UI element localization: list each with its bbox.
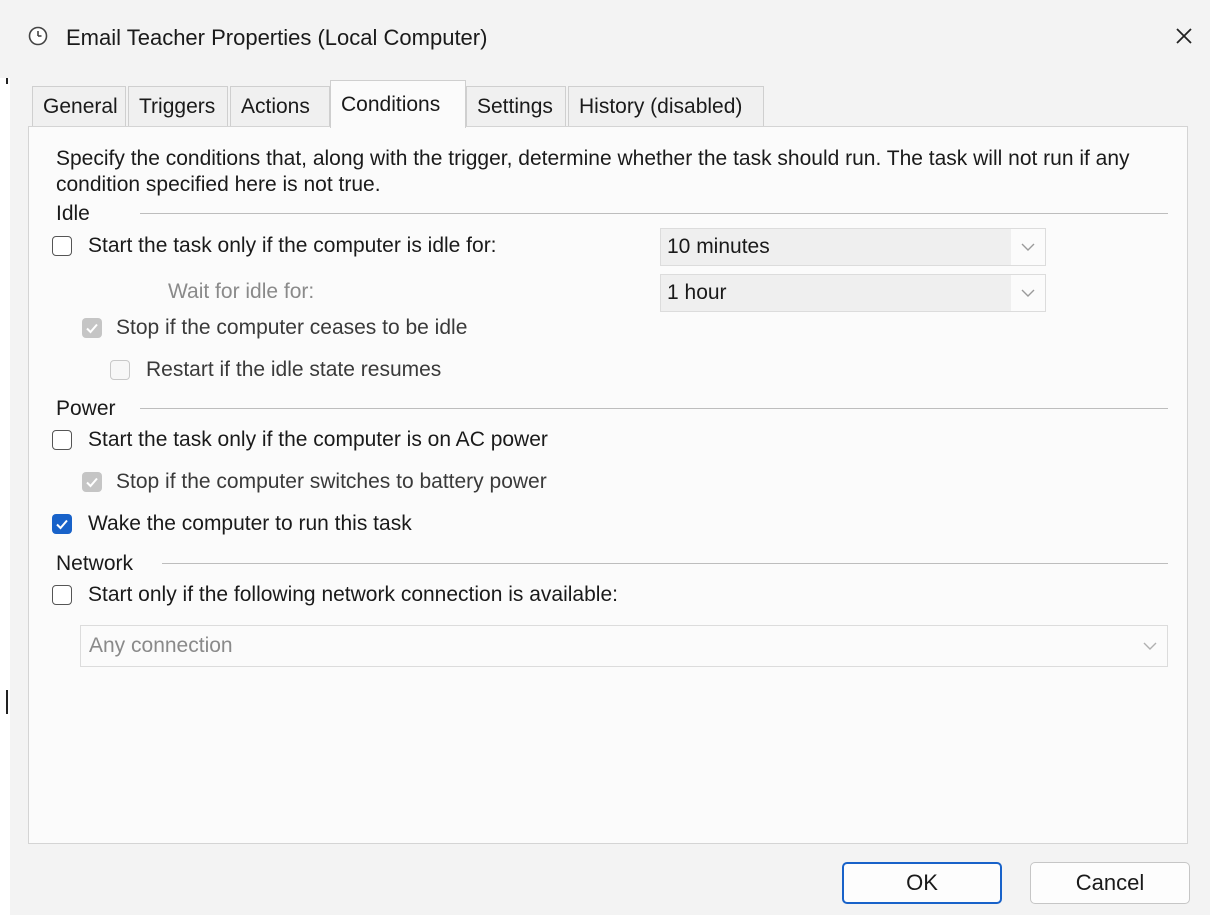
tab-triggers[interactable]: Triggers bbox=[128, 86, 228, 126]
idle-duration-value: 10 minutes bbox=[667, 235, 770, 258]
ok-button[interactable]: OK bbox=[842, 862, 1002, 904]
edge-mark bbox=[6, 690, 8, 714]
tab-label: Triggers bbox=[139, 95, 216, 118]
wake-label: Wake the computer to run this task bbox=[88, 512, 412, 535]
idle-duration-select[interactable]: 10 minutes bbox=[660, 228, 1046, 266]
stop-if-ceases-label: Stop if the computer ceases to be idle bbox=[116, 316, 468, 339]
tab-conditions[interactable]: Conditions bbox=[330, 80, 466, 128]
wait-for-idle-label: Wait for idle for: bbox=[168, 280, 315, 303]
tab-label: Conditions bbox=[341, 93, 441, 116]
conditions-description: Specify the conditions that, along with … bbox=[56, 147, 1130, 196]
tab-general[interactable]: General bbox=[32, 86, 126, 126]
idle-start-label: Start the task only if the computer is i… bbox=[88, 234, 497, 257]
checkmark-icon bbox=[86, 323, 98, 334]
stop-if-ceases-checkbox[interactable] bbox=[82, 318, 102, 338]
wake-checkbox[interactable] bbox=[52, 514, 72, 534]
battery-stop-checkbox[interactable] bbox=[82, 472, 102, 492]
idle-start-checkbox[interactable] bbox=[52, 236, 72, 256]
idle-group-label: Idle bbox=[56, 202, 90, 225]
window-title: Email Teacher Properties (Local Computer… bbox=[66, 25, 488, 50]
close-icon bbox=[1176, 28, 1192, 44]
wait-duration-value: 1 hour bbox=[667, 281, 727, 304]
chevron-down-icon bbox=[1011, 229, 1045, 265]
clock-icon bbox=[28, 26, 48, 46]
ac-power-checkbox[interactable] bbox=[52, 430, 72, 450]
tab-settings[interactable]: Settings bbox=[466, 86, 566, 126]
power-group-label: Power bbox=[56, 397, 116, 420]
tab-label: General bbox=[43, 95, 118, 118]
background-window-edge bbox=[0, 0, 10, 915]
network-divider bbox=[162, 563, 1168, 564]
cancel-button[interactable]: Cancel bbox=[1030, 862, 1190, 904]
network-checkbox[interactable] bbox=[52, 585, 72, 605]
network-label: Start only if the following network conn… bbox=[88, 583, 618, 606]
battery-stop-label: Stop if the computer switches to battery… bbox=[116, 470, 547, 493]
tab-label: Settings bbox=[477, 95, 553, 118]
idle-divider bbox=[140, 213, 1168, 214]
restart-if-resumes-label: Restart if the idle state resumes bbox=[146, 358, 442, 381]
title-bar: Email Teacher Properties (Local Computer… bbox=[0, 0, 1210, 78]
ac-power-label: Start the task only if the computer is o… bbox=[88, 428, 548, 451]
wait-duration-select[interactable]: 1 hour bbox=[660, 274, 1046, 312]
tab-label: History (disabled) bbox=[579, 95, 743, 118]
restart-if-resumes-checkbox[interactable] bbox=[110, 360, 130, 380]
chevron-down-icon bbox=[1011, 275, 1045, 311]
tab-actions[interactable]: Actions bbox=[230, 86, 330, 126]
checkmark-icon bbox=[56, 519, 68, 530]
network-connection-value: Any connection bbox=[89, 634, 233, 657]
close-button[interactable] bbox=[1164, 16, 1204, 56]
tab-history[interactable]: History (disabled) bbox=[568, 86, 764, 126]
chevron-down-icon bbox=[1133, 626, 1167, 666]
power-divider bbox=[140, 408, 1168, 409]
network-group-label: Network bbox=[56, 552, 134, 575]
checkmark-icon bbox=[86, 477, 98, 488]
network-connection-select[interactable]: Any connection bbox=[80, 625, 1168, 667]
tab-label: Actions bbox=[241, 95, 310, 118]
